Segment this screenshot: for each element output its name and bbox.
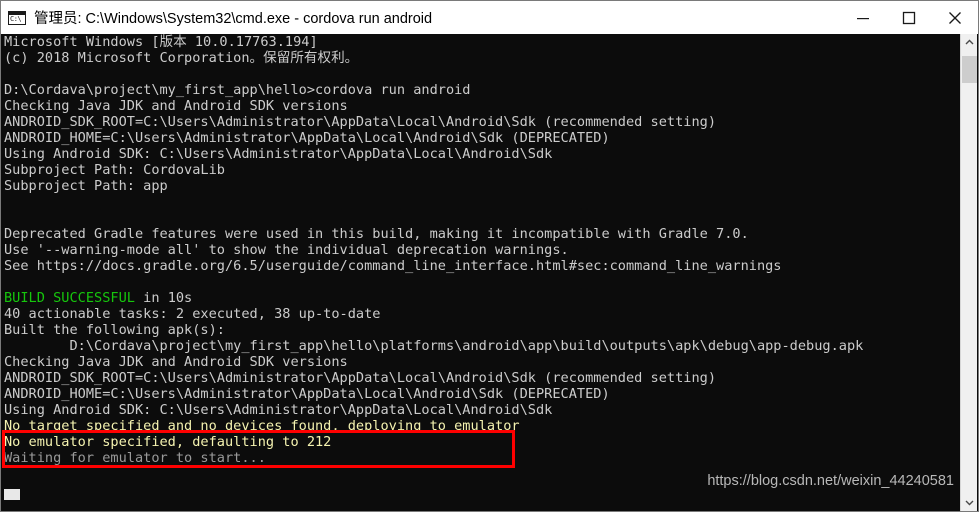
- console-line: D:\Cordava\project\my_first_app\hello\pl…: [4, 338, 864, 354]
- console-line: Deprecated Gradle features were used in …: [4, 226, 749, 242]
- maximize-button[interactable]: [886, 1, 932, 34]
- cmd-console-icon: C:\: [6, 7, 28, 29]
- console-line: Checking Java JDK and Android SDK versio…: [4, 98, 348, 114]
- build-status-text: BUILD SUCCESSFUL: [4, 290, 135, 306]
- console-output-area[interactable]: Microsoft Windows [版本 10.0.17763.194] (c)…: [2, 34, 962, 511]
- console-line: Waiting for emulator to start...: [4, 450, 266, 466]
- console-line: Using Android SDK: C:\Users\Administrato…: [4, 146, 553, 162]
- chevron-down-icon: [965, 500, 973, 506]
- maximize-icon: [902, 11, 916, 24]
- console-line: BUILD SUCCESSFUL in 10s: [4, 290, 863, 306]
- console-line: D:\Cordava\project\my_first_app\hello>co…: [4, 82, 471, 98]
- chevron-up-icon: [965, 39, 973, 45]
- console-line: ANDROID_SDK_ROOT=C:\Users\Administrator\…: [4, 114, 717, 130]
- console-line: Subproject Path: CordovaLib: [4, 162, 225, 178]
- scroll-down-arrow-icon[interactable]: [961, 494, 977, 511]
- console-line: Built the following apk(s):: [4, 322, 225, 338]
- window-title: 管理员: C:\Windows\System32\cmd.exe - cordo…: [34, 11, 433, 27]
- console-line: No emulator specified, defaulting to 212: [4, 434, 332, 450]
- minimize-icon: [857, 17, 869, 19]
- window-controls: [840, 1, 978, 34]
- console-line: No target specified and no devices found…: [4, 418, 520, 434]
- console-line: Using Android SDK: C:\Users\Administrato…: [4, 402, 553, 418]
- vertical-scrollbar[interactable]: [960, 34, 977, 511]
- console-line: Checking Java JDK and Android SDK versio…: [4, 354, 348, 370]
- cmd-window: C:\ 管理员: C:\Windows\System32\cmd.exe - c…: [0, 0, 979, 512]
- close-icon: [949, 11, 961, 24]
- console-line: 40 actionable tasks: 2 executed, 38 up-t…: [4, 306, 381, 322]
- window-titlebar[interactable]: C:\ 管理员: C:\Windows\System32\cmd.exe - c…: [1, 1, 978, 34]
- console-line: ANDROID_HOME=C:\Users\Administrator\AppD…: [4, 386, 610, 402]
- scroll-up-arrow-icon[interactable]: [961, 34, 977, 51]
- build-duration-text: in 10s: [134, 290, 193, 306]
- cmd-icon-glyph: C:\: [10, 14, 22, 23]
- console-line: Use '--warning-mode all' to show the ind…: [4, 242, 569, 258]
- console-line: (c) 2018 Microsoft Corporation。保留所有权利。: [4, 50, 359, 66]
- console-line: Microsoft Windows [版本 10.0.17763.194]: [4, 34, 318, 50]
- console-line: ANDROID_SDK_ROOT=C:\Users\Administrator\…: [4, 370, 717, 386]
- console-lines: Microsoft Windows [版本 10.0.17763.194] (c)…: [4, 34, 863, 466]
- console-line: ANDROID_HOME=C:\Users\Administrator\AppD…: [4, 130, 610, 146]
- console-cursor: [4, 489, 20, 500]
- minimize-button[interactable]: [840, 1, 886, 34]
- console-line: See https://docs.gradle.org/6.5/userguid…: [4, 258, 782, 274]
- watermark-url: https://blog.csdn.net/weixin_44240581: [707, 473, 954, 489]
- console-line: Subproject Path: app: [4, 178, 168, 194]
- close-button[interactable]: [932, 1, 978, 34]
- scrollbar-thumb[interactable]: [962, 56, 977, 83]
